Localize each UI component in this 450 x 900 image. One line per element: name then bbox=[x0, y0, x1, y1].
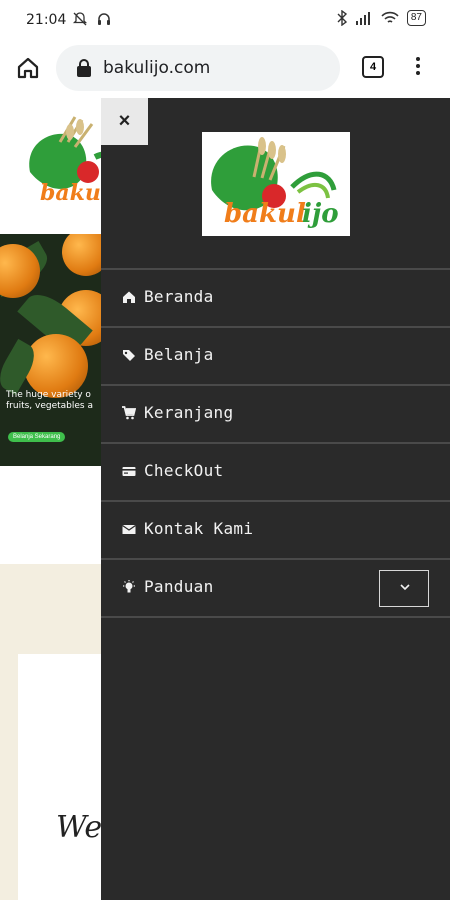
signal-icon bbox=[355, 12, 370, 25]
dot-icon bbox=[416, 57, 420, 61]
url-text[interactable]: bakulijo.com bbox=[103, 58, 210, 78]
dot-icon bbox=[416, 71, 420, 75]
wifi-icon bbox=[381, 11, 399, 23]
menu-item-label: CheckOut bbox=[144, 461, 224, 480]
menu-item-kontak-kami[interactable]: Kontak Kami bbox=[101, 502, 450, 560]
menu-item-label: Keranjang bbox=[144, 403, 234, 422]
chevron-down-icon bbox=[400, 584, 410, 591]
browser-menu-button[interactable] bbox=[408, 54, 428, 80]
home-icon bbox=[123, 291, 135, 303]
url-bar[interactable]: bakulijo.com bbox=[56, 45, 340, 91]
hero-tagline: The huge variety o fruits, vegetables a bbox=[6, 390, 93, 412]
status-time: 21:04 bbox=[26, 12, 67, 28]
tag-icon bbox=[123, 350, 135, 361]
menu-item-keranjang[interactable]: Keranjang bbox=[101, 386, 450, 444]
menu-item-panduan[interactable]: Panduan bbox=[101, 560, 450, 618]
drawer-logo[interactable]: bakul ijo bbox=[202, 132, 350, 236]
notifications-off-icon bbox=[72, 12, 88, 26]
headset-icon bbox=[98, 13, 110, 25]
drawer-menu: Beranda Belanja Keranjang CheckOut Konta… bbox=[101, 270, 450, 618]
bulb-icon bbox=[123, 580, 135, 593]
orange-shape bbox=[24, 334, 88, 398]
hero-tagline-line1: The huge variety o bbox=[6, 390, 91, 400]
hero-tagline-line2: fruits, vegetables a bbox=[6, 401, 93, 411]
browser-toolbar: bakulijo.com 4 bbox=[0, 40, 450, 98]
menu-item-label: Belanja bbox=[144, 345, 214, 364]
dot-icon bbox=[416, 64, 420, 68]
menu-item-label: Kontak Kami bbox=[144, 519, 254, 538]
battery-level: 87 bbox=[406, 10, 426, 26]
shop-now-button[interactable]: Belanja Sekarang bbox=[8, 432, 66, 442]
menu-item-checkout[interactable]: CheckOut bbox=[101, 444, 450, 502]
expand-submenu-button[interactable] bbox=[379, 570, 429, 607]
card-icon bbox=[122, 467, 136, 476]
home-button[interactable] bbox=[14, 54, 42, 82]
mail-icon bbox=[122, 525, 136, 534]
svg-text:ijo: ijo bbox=[302, 199, 339, 229]
menu-item-belanja[interactable]: Belanja bbox=[101, 328, 450, 386]
svg-text:bakul: bakul bbox=[224, 199, 306, 229]
hero-banner[interactable]: The huge variety o fruits, vegetables a … bbox=[0, 234, 110, 466]
menu-item-label: Panduan bbox=[144, 577, 214, 596]
tab-switcher-button[interactable]: 4 bbox=[362, 56, 384, 78]
cart-icon bbox=[122, 406, 136, 420]
menu-item-beranda[interactable]: Beranda bbox=[101, 270, 450, 328]
lock-icon bbox=[77, 59, 91, 77]
bluetooth-icon bbox=[337, 10, 347, 26]
nav-drawer: bakul ijo Beranda Belanja Keranjang Chec… bbox=[101, 98, 450, 900]
menu-item-label: Beranda bbox=[144, 287, 214, 306]
svg-text:bakul: bakul bbox=[40, 180, 109, 206]
close-drawer-button[interactable]: × bbox=[101, 98, 148, 145]
status-bar: 21:04 87 bbox=[0, 0, 450, 40]
